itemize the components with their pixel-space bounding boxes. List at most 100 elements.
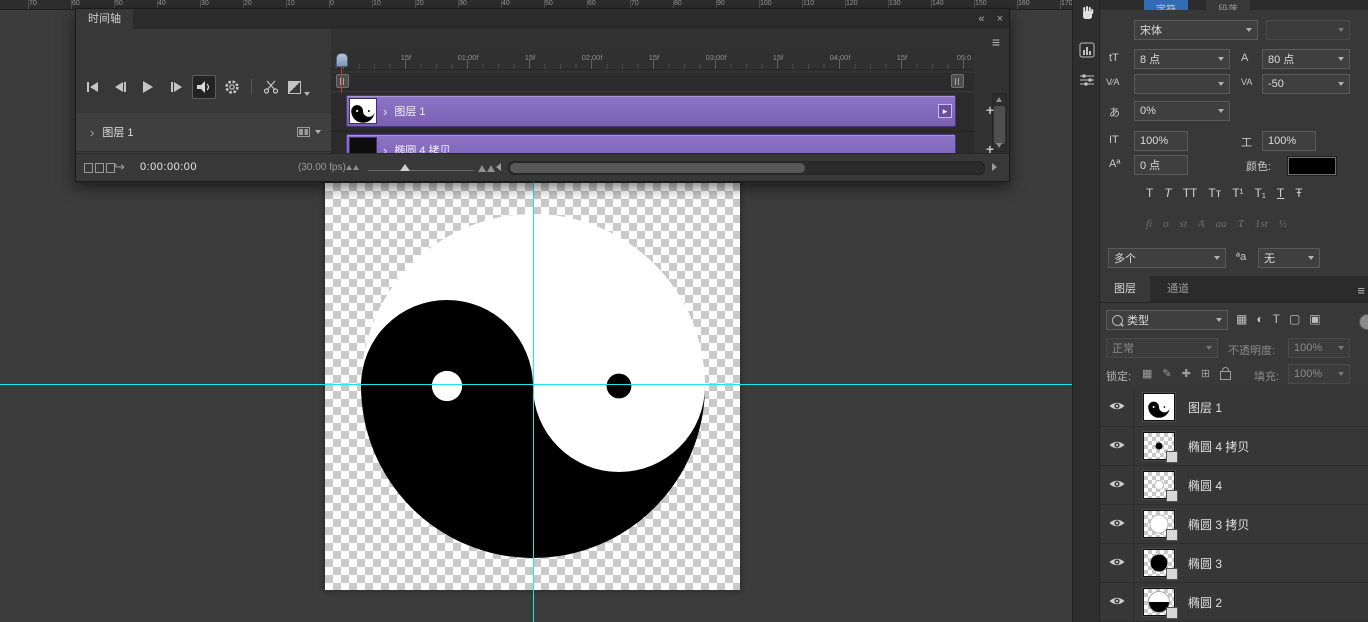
- scroll-left-icon[interactable]: [496, 163, 501, 171]
- track-disclosure-icon[interactable]: ›: [90, 125, 94, 140]
- strikethrough-button[interactable]: Ŧ: [1295, 186, 1302, 200]
- timeline-settings-button[interactable]: [220, 75, 244, 99]
- scroll-up-icon[interactable]: [996, 97, 1002, 102]
- layer-row[interactable]: 椭圆 3: [1100, 544, 1368, 583]
- baseline-shift-input[interactable]: 0 点: [1134, 155, 1188, 175]
- fill-input[interactable]: 100%: [1288, 364, 1350, 384]
- layer-thumbnail[interactable]: [1143, 393, 1175, 421]
- underline-button[interactable]: T: [1277, 186, 1284, 200]
- stylistic-alternates-button[interactable]: aa: [1216, 218, 1227, 230]
- playhead[interactable]: [336, 53, 348, 67]
- layer-visibility-toggle[interactable]: [1100, 544, 1134, 582]
- layer-thumbnail[interactable]: [1143, 549, 1175, 577]
- titling-alternates-button[interactable]: T: [1238, 218, 1244, 230]
- lock-artboard-icon[interactable]: ⊞: [1201, 367, 1210, 380]
- scroll-right-icon[interactable]: [992, 163, 997, 171]
- timeline-tab[interactable]: 时间轴: [76, 9, 133, 29]
- mute-audio-toggle[interactable]: [192, 75, 216, 99]
- subscript-button[interactable]: T₁: [1255, 186, 1266, 200]
- swash-button[interactable]: A: [1198, 218, 1205, 230]
- opacity-input[interactable]: 100%: [1288, 338, 1350, 358]
- timeline-horizontal-scrollbar[interactable]: [508, 161, 985, 175]
- anti-alias-select[interactable]: 无: [1258, 248, 1320, 268]
- layer-visibility-toggle[interactable]: [1100, 583, 1134, 621]
- leading-select[interactable]: 80 点: [1262, 49, 1350, 69]
- go-to-previous-frame-button[interactable]: [108, 75, 132, 99]
- font-family-select[interactable]: 宋体: [1134, 20, 1258, 40]
- timeline-track-lane[interactable]: ›椭圆 4 拷贝: [331, 132, 974, 154]
- layer-visibility-toggle[interactable]: [1100, 388, 1134, 426]
- layer-filter-select[interactable]: 类型: [1106, 310, 1228, 330]
- filter-adjustment-layers-icon[interactable]: ◐: [1256, 312, 1263, 326]
- all-caps-button[interactable]: TT: [1183, 186, 1198, 200]
- timeline-track-lane[interactable]: ›图层 1▸: [331, 93, 974, 132]
- histogram-panel-icon[interactable]: [1077, 40, 1097, 60]
- layer-thumbnail[interactable]: [1143, 432, 1175, 460]
- small-caps-button[interactable]: Tᴛ: [1208, 186, 1221, 200]
- split-at-playhead-button[interactable]: [259, 75, 283, 99]
- layer-row[interactable]: 椭圆 4: [1100, 466, 1368, 505]
- blend-mode-select[interactable]: 正常: [1106, 338, 1218, 358]
- clip-disclosure-icon[interactable]: ›: [383, 104, 387, 119]
- horizontal-scale-input[interactable]: 100%: [1262, 131, 1316, 151]
- lock-all-icon[interactable]: [1220, 371, 1231, 380]
- discretionary-ligatures-button[interactable]: st: [1180, 218, 1187, 230]
- add-media-button[interactable]: +: [982, 103, 998, 119]
- layer-row[interactable]: 图层 1: [1100, 388, 1368, 427]
- render-video-icon[interactable]: ↪: [114, 159, 125, 175]
- font-size-select[interactable]: 8 点: [1134, 49, 1230, 69]
- panel-menu-icon[interactable]: ≡: [992, 36, 1000, 48]
- work-area-start-marker[interactable]: [336, 74, 349, 88]
- layer-thumbnail[interactable]: [1143, 588, 1175, 616]
- filter-type-layers-icon[interactable]: T: [1273, 312, 1280, 326]
- zoom-slider-thumb[interactable]: [400, 164, 410, 171]
- lock-image-pixels-icon[interactable]: ✎: [1162, 367, 1171, 380]
- hand-tool-icon[interactable]: [1077, 3, 1097, 23]
- standard-ligatures-button[interactable]: fi: [1146, 218, 1152, 230]
- fractions-button[interactable]: ½: [1279, 218, 1287, 230]
- video-clip-bar[interactable]: ›椭圆 4 拷贝: [346, 134, 956, 154]
- filter-pixel-layers-icon[interactable]: ▦: [1236, 312, 1247, 326]
- panel-menu-icon[interactable]: ≡: [1357, 283, 1365, 298]
- lock-transparent-pixels-icon[interactable]: ▦: [1142, 367, 1152, 380]
- tab-layers[interactable]: 图层: [1100, 276, 1150, 302]
- playhead-handle[interactable]: [336, 53, 348, 67]
- layer-row[interactable]: 椭圆 3 拷贝: [1100, 505, 1368, 544]
- horizontal-guide[interactable]: [0, 384, 1072, 385]
- tab-paragraph[interactable]: 段落: [1206, 0, 1250, 10]
- work-area-end-marker[interactable]: [951, 74, 964, 88]
- clip-out-point-button[interactable]: ▸: [938, 104, 952, 118]
- kerning-select[interactable]: [1134, 74, 1230, 94]
- filter-smart-objects-icon[interactable]: ▣: [1309, 312, 1320, 326]
- language-select[interactable]: 多个: [1108, 248, 1226, 268]
- superscript-button[interactable]: T¹: [1232, 186, 1243, 200]
- tracking-select[interactable]: -50: [1262, 74, 1350, 94]
- font-style-select[interactable]: [1266, 20, 1350, 40]
- text-color-swatch[interactable]: [1288, 157, 1336, 175]
- video-clip-bar[interactable]: ›图层 1▸: [346, 95, 956, 127]
- layer-filter-switch[interactable]: [1359, 314, 1368, 330]
- tab-channels[interactable]: 通道: [1153, 276, 1203, 302]
- go-to-first-frame-button[interactable]: [80, 75, 104, 99]
- convert-to-frame-animation-button[interactable]: [84, 163, 115, 173]
- layer-visibility-toggle[interactable]: [1100, 505, 1134, 543]
- timeline-zoom-slider[interactable]: [368, 170, 474, 171]
- lock-position-icon[interactable]: ✚: [1182, 367, 1191, 380]
- layer-thumbnail[interactable]: [1143, 471, 1175, 499]
- track-header-row[interactable]: ›图层 1: [76, 113, 331, 152]
- scrollbar-thumb[interactable]: [510, 163, 805, 173]
- layer-row[interactable]: 椭圆 2: [1100, 583, 1368, 622]
- layer-thumbnail[interactable]: [1143, 510, 1175, 538]
- go-to-next-frame-button[interactable]: [164, 75, 188, 99]
- tab-character[interactable]: 字符: [1144, 0, 1188, 10]
- layer-visibility-toggle[interactable]: [1100, 466, 1134, 504]
- vertical-scale-input[interactable]: 100%: [1134, 131, 1188, 151]
- layer-visibility-toggle[interactable]: [1100, 427, 1134, 465]
- zoom-in-icon[interactable]: [478, 165, 495, 172]
- chevron-down-icon[interactable]: [315, 130, 321, 134]
- close-panel-icon[interactable]: ×: [997, 13, 1003, 25]
- faux-italic-button[interactable]: T: [1164, 186, 1171, 200]
- layer-row[interactable]: 椭圆 4 拷贝: [1100, 427, 1368, 466]
- contextual-alternates-button[interactable]: o: [1163, 218, 1169, 230]
- ordinals-button[interactable]: 1st: [1255, 218, 1268, 230]
